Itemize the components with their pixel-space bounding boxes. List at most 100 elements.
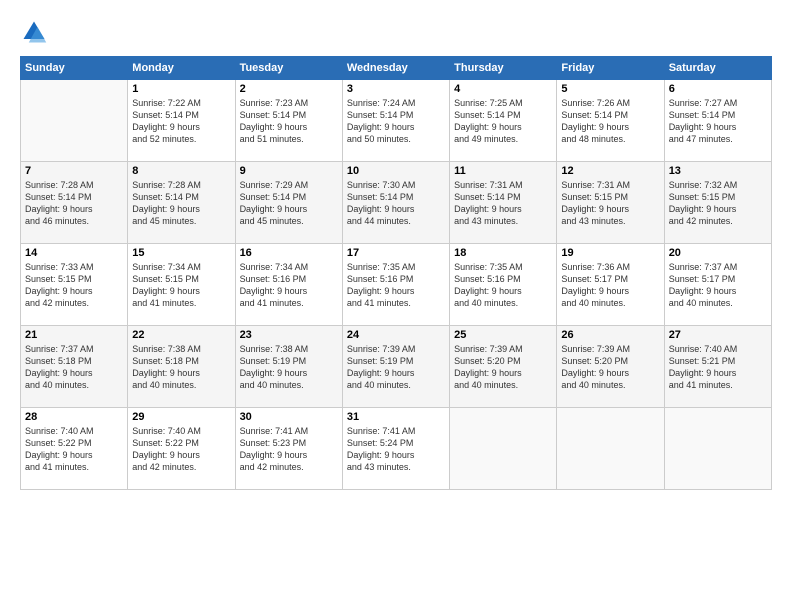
day-number: 6 xyxy=(669,83,767,95)
day-number: 28 xyxy=(25,411,123,423)
weekday-thursday: Thursday xyxy=(450,57,557,80)
day-number: 18 xyxy=(454,247,552,259)
day-cell: 30 Sunrise: 7:41 AM Sunset: 5:23 PM Dayli… xyxy=(235,408,342,490)
day-info: Sunrise: 7:24 AM Sunset: 5:14 PM Dayligh… xyxy=(347,97,445,146)
day-number: 2 xyxy=(240,83,338,95)
day-cell: 22 Sunrise: 7:38 AM Sunset: 5:18 PM Dayli… xyxy=(128,326,235,408)
weekday-monday: Monday xyxy=(128,57,235,80)
day-number: 19 xyxy=(561,247,659,259)
day-cell: 1 Sunrise: 7:22 AM Sunset: 5:14 PM Daylig… xyxy=(128,80,235,162)
weekday-header-row: SundayMondayTuesdayWednesdayThursdayFrid… xyxy=(21,57,772,80)
day-info: Sunrise: 7:41 AM Sunset: 5:24 PM Dayligh… xyxy=(347,425,445,474)
day-cell: 12 Sunrise: 7:31 AM Sunset: 5:15 PM Dayli… xyxy=(557,162,664,244)
day-info: Sunrise: 7:31 AM Sunset: 5:15 PM Dayligh… xyxy=(561,179,659,228)
day-number: 13 xyxy=(669,165,767,177)
day-cell xyxy=(450,408,557,490)
day-cell: 28 Sunrise: 7:40 AM Sunset: 5:22 PM Dayli… xyxy=(21,408,128,490)
day-cell: 31 Sunrise: 7:41 AM Sunset: 5:24 PM Dayli… xyxy=(342,408,449,490)
day-info: Sunrise: 7:34 AM Sunset: 5:16 PM Dayligh… xyxy=(240,261,338,310)
day-cell: 13 Sunrise: 7:32 AM Sunset: 5:15 PM Dayli… xyxy=(664,162,771,244)
day-cell xyxy=(557,408,664,490)
day-number: 7 xyxy=(25,165,123,177)
day-info: Sunrise: 7:35 AM Sunset: 5:16 PM Dayligh… xyxy=(454,261,552,310)
day-number: 11 xyxy=(454,165,552,177)
day-cell: 3 Sunrise: 7:24 AM Sunset: 5:14 PM Daylig… xyxy=(342,80,449,162)
logo-icon xyxy=(20,18,48,46)
day-info: Sunrise: 7:36 AM Sunset: 5:17 PM Dayligh… xyxy=(561,261,659,310)
day-info: Sunrise: 7:32 AM Sunset: 5:15 PM Dayligh… xyxy=(669,179,767,228)
day-cell: 8 Sunrise: 7:28 AM Sunset: 5:14 PM Daylig… xyxy=(128,162,235,244)
day-info: Sunrise: 7:40 AM Sunset: 5:22 PM Dayligh… xyxy=(25,425,123,474)
day-info: Sunrise: 7:23 AM Sunset: 5:14 PM Dayligh… xyxy=(240,97,338,146)
day-cell: 27 Sunrise: 7:40 AM Sunset: 5:21 PM Dayli… xyxy=(664,326,771,408)
day-number: 25 xyxy=(454,329,552,341)
day-number: 8 xyxy=(132,165,230,177)
day-info: Sunrise: 7:22 AM Sunset: 5:14 PM Dayligh… xyxy=(132,97,230,146)
day-number: 15 xyxy=(132,247,230,259)
day-info: Sunrise: 7:27 AM Sunset: 5:14 PM Dayligh… xyxy=(669,97,767,146)
week-row-4: 21 Sunrise: 7:37 AM Sunset: 5:18 PM Dayli… xyxy=(21,326,772,408)
weekday-saturday: Saturday xyxy=(664,57,771,80)
day-cell: 11 Sunrise: 7:31 AM Sunset: 5:14 PM Dayli… xyxy=(450,162,557,244)
day-number: 21 xyxy=(25,329,123,341)
day-number: 27 xyxy=(669,329,767,341)
day-info: Sunrise: 7:31 AM Sunset: 5:14 PM Dayligh… xyxy=(454,179,552,228)
day-info: Sunrise: 7:40 AM Sunset: 5:22 PM Dayligh… xyxy=(132,425,230,474)
day-info: Sunrise: 7:41 AM Sunset: 5:23 PM Dayligh… xyxy=(240,425,338,474)
day-number: 29 xyxy=(132,411,230,423)
day-number: 17 xyxy=(347,247,445,259)
week-row-2: 7 Sunrise: 7:28 AM Sunset: 5:14 PM Daylig… xyxy=(21,162,772,244)
day-number: 9 xyxy=(240,165,338,177)
day-info: Sunrise: 7:37 AM Sunset: 5:17 PM Dayligh… xyxy=(669,261,767,310)
day-cell: 16 Sunrise: 7:34 AM Sunset: 5:16 PM Dayli… xyxy=(235,244,342,326)
day-number: 24 xyxy=(347,329,445,341)
day-info: Sunrise: 7:38 AM Sunset: 5:19 PM Dayligh… xyxy=(240,343,338,392)
day-number: 30 xyxy=(240,411,338,423)
day-cell: 14Sunrise: 7:33 AM Sunset: 5:15 PM Dayli… xyxy=(21,244,128,326)
day-info: Sunrise: 7:39 AM Sunset: 5:19 PM Dayligh… xyxy=(347,343,445,392)
day-info: Sunrise: 7:33 AM Sunset: 5:15 PM Dayligh… xyxy=(25,261,123,310)
day-number: 22 xyxy=(132,329,230,341)
day-info: Sunrise: 7:40 AM Sunset: 5:21 PM Dayligh… xyxy=(669,343,767,392)
day-cell: 10 Sunrise: 7:30 AM Sunset: 5:14 PM Dayli… xyxy=(342,162,449,244)
day-cell xyxy=(21,80,128,162)
day-cell: 17 Sunrise: 7:35 AM Sunset: 5:16 PM Dayli… xyxy=(342,244,449,326)
week-row-5: 28 Sunrise: 7:40 AM Sunset: 5:22 PM Dayli… xyxy=(21,408,772,490)
day-cell: 2 Sunrise: 7:23 AM Sunset: 5:14 PM Daylig… xyxy=(235,80,342,162)
day-info: Sunrise: 7:34 AM Sunset: 5:15 PM Dayligh… xyxy=(132,261,230,310)
day-cell: 5Sunrise: 7:26 AM Sunset: 5:14 PM Daylig… xyxy=(557,80,664,162)
day-number: 31 xyxy=(347,411,445,423)
weekday-friday: Friday xyxy=(557,57,664,80)
header xyxy=(20,18,772,46)
day-cell: 18 Sunrise: 7:35 AM Sunset: 5:16 PM Dayli… xyxy=(450,244,557,326)
day-cell: 15 Sunrise: 7:34 AM Sunset: 5:15 PM Dayli… xyxy=(128,244,235,326)
calendar-table: SundayMondayTuesdayWednesdayThursdayFrid… xyxy=(20,56,772,490)
day-info: Sunrise: 7:39 AM Sunset: 5:20 PM Dayligh… xyxy=(561,343,659,392)
day-cell: 23Sunrise: 7:38 AM Sunset: 5:19 PM Dayli… xyxy=(235,326,342,408)
day-info: Sunrise: 7:39 AM Sunset: 5:20 PM Dayligh… xyxy=(454,343,552,392)
day-cell: 6 Sunrise: 7:27 AM Sunset: 5:14 PM Daylig… xyxy=(664,80,771,162)
day-info: Sunrise: 7:28 AM Sunset: 5:14 PM Dayligh… xyxy=(132,179,230,228)
day-number: 10 xyxy=(347,165,445,177)
day-info: Sunrise: 7:38 AM Sunset: 5:18 PM Dayligh… xyxy=(132,343,230,392)
day-number: 16 xyxy=(240,247,338,259)
day-cell xyxy=(664,408,771,490)
day-number: 4 xyxy=(454,83,552,95)
day-cell: 7 Sunrise: 7:28 AM Sunset: 5:14 PM Daylig… xyxy=(21,162,128,244)
day-info: Sunrise: 7:30 AM Sunset: 5:14 PM Dayligh… xyxy=(347,179,445,228)
day-cell: 19 Sunrise: 7:36 AM Sunset: 5:17 PM Dayli… xyxy=(557,244,664,326)
day-info: Sunrise: 7:37 AM Sunset: 5:18 PM Dayligh… xyxy=(25,343,123,392)
logo xyxy=(20,18,52,46)
weekday-sunday: Sunday xyxy=(21,57,128,80)
day-info: Sunrise: 7:28 AM Sunset: 5:14 PM Dayligh… xyxy=(25,179,123,228)
day-number: 3 xyxy=(347,83,445,95)
day-cell: 9 Sunrise: 7:29 AM Sunset: 5:14 PM Daylig… xyxy=(235,162,342,244)
day-number: 1 xyxy=(132,83,230,95)
day-number: 12 xyxy=(561,165,659,177)
day-cell: 4Sunrise: 7:25 AM Sunset: 5:14 PM Daylig… xyxy=(450,80,557,162)
day-info: Sunrise: 7:29 AM Sunset: 5:14 PM Dayligh… xyxy=(240,179,338,228)
day-info: Sunrise: 7:35 AM Sunset: 5:16 PM Dayligh… xyxy=(347,261,445,310)
weekday-tuesday: Tuesday xyxy=(235,57,342,80)
day-number: 20 xyxy=(669,247,767,259)
day-cell: 24 Sunrise: 7:39 AM Sunset: 5:19 PM Dayli… xyxy=(342,326,449,408)
